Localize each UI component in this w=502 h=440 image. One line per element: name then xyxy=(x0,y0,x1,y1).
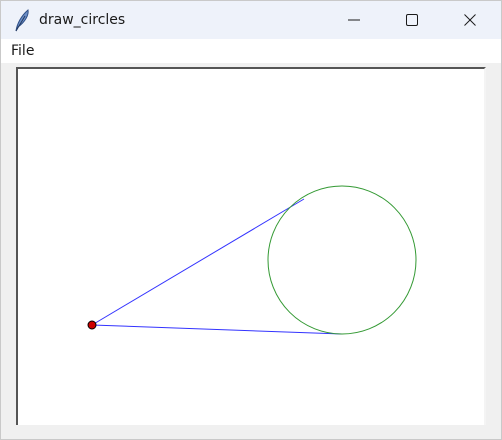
window-title: draw_circles xyxy=(39,12,126,28)
minimize-button[interactable] xyxy=(331,1,377,39)
circle-shape[interactable] xyxy=(267,185,417,335)
point-marker[interactable] xyxy=(87,320,97,330)
close-button[interactable] xyxy=(447,1,493,39)
menu-item-file[interactable]: File xyxy=(11,43,34,60)
app-window: draw_circles File xyxy=(0,0,502,440)
tangent-line-upper xyxy=(91,198,305,326)
close-icon xyxy=(464,14,476,26)
drawing-canvas[interactable] xyxy=(16,67,486,425)
minimize-icon xyxy=(348,19,360,21)
tangent-line-lower xyxy=(91,324,343,335)
maximize-button[interactable] xyxy=(389,1,435,39)
maximize-icon xyxy=(406,14,418,26)
canvas-drawing xyxy=(87,185,417,335)
title-bar[interactable]: draw_circles xyxy=(1,1,501,39)
menu-bar: File xyxy=(1,39,501,63)
feather-icon xyxy=(12,8,32,32)
